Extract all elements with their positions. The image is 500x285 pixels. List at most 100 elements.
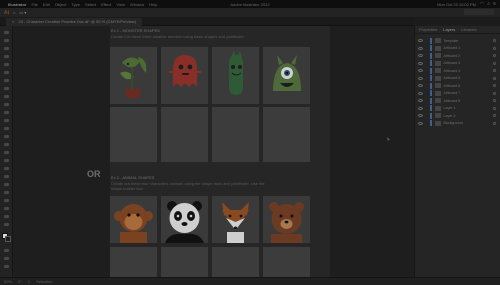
tab-libraries[interactable]: Libraries [461, 27, 476, 32]
lock-toggle-icon[interactable] [425, 99, 428, 102]
type-tool-icon[interactable] [3, 78, 10, 83]
visibility-eye-icon[interactable] [418, 99, 423, 102]
empty-practice-cell[interactable] [263, 107, 310, 162]
menu-select[interactable]: Select [85, 2, 96, 7]
scale-tool-icon[interactable] [3, 134, 10, 139]
visibility-eye-icon[interactable] [418, 121, 423, 125]
layer-row[interactable]: Background [415, 120, 500, 127]
wifi-icon[interactable]: ◠ [480, 1, 484, 7]
width-tool-icon[interactable] [3, 142, 10, 147]
layer-row[interactable]: Artboard 3 [415, 60, 500, 67]
home-icon[interactable]: ⌂ [13, 10, 15, 15]
menu-window[interactable]: Window [130, 2, 144, 7]
lock-toggle-icon[interactable] [425, 92, 428, 95]
visibility-eye-icon[interactable] [418, 54, 423, 57]
shape-builder-tool-icon[interactable] [3, 158, 10, 163]
animal-cell[interactable] [263, 196, 310, 243]
visibility-eye-icon[interactable] [418, 91, 423, 95]
target-circle-icon[interactable] [493, 84, 496, 87]
pencil-tool-icon[interactable] [3, 110, 10, 115]
layer-row[interactable]: Artboard 7 [415, 90, 500, 97]
blend-tool-icon[interactable] [3, 198, 10, 203]
layer-row[interactable]: Template [415, 37, 500, 44]
visibility-eye-icon[interactable] [418, 106, 423, 110]
target-circle-icon[interactable] [493, 54, 496, 57]
animal-cell[interactable] [110, 196, 157, 243]
close-icon[interactable]: × [12, 19, 14, 24]
spotlight-icon[interactable]: ⌕ [487, 1, 490, 7]
search-input[interactable] [464, 9, 494, 15]
eraser-tool-icon[interactable] [3, 118, 10, 123]
rotate-tool-icon[interactable] [3, 126, 10, 131]
lock-toggle-icon[interactable] [425, 62, 428, 65]
menu-type[interactable]: Type [71, 2, 80, 7]
monster-cell[interactable] [161, 47, 208, 104]
target-circle-icon[interactable] [493, 69, 496, 72]
empty-practice-cell[interactable] [212, 107, 259, 162]
control-center-icon[interactable]: ≡ [493, 1, 496, 7]
rectangle-tool-icon[interactable] [3, 94, 10, 99]
mesh-tool-icon[interactable] [3, 174, 10, 179]
lasso-tool-icon[interactable] [3, 54, 10, 59]
lock-toggle-icon[interactable] [425, 54, 428, 57]
drawing-modes-icon[interactable] [3, 248, 10, 253]
magic-wand-tool-icon[interactable] [3, 46, 10, 51]
target-circle-icon[interactable] [493, 114, 496, 117]
layer-row[interactable]: Artboard 5 [415, 75, 500, 82]
layer-row[interactable]: Layer 1 [415, 105, 500, 112]
monster-cell[interactable] [110, 47, 157, 104]
free-transform-tool-icon[interactable] [3, 150, 10, 155]
arrange-documents-icon[interactable]: ▭ ▾ [19, 10, 26, 15]
target-circle-icon[interactable] [493, 61, 496, 65]
visibility-eye-icon[interactable] [418, 76, 423, 80]
gradient-tool-icon[interactable] [3, 182, 10, 187]
target-circle-icon[interactable] [493, 46, 496, 50]
stroke-color-swatch[interactable] [5, 236, 11, 242]
target-circle-icon[interactable] [493, 121, 496, 125]
lock-toggle-icon[interactable] [425, 47, 428, 50]
layer-row[interactable]: Artboard 1 [415, 45, 500, 52]
lock-toggle-icon[interactable] [425, 69, 428, 72]
menu-file[interactable]: File [31, 2, 37, 7]
rotation-value[interactable]: 0° [18, 279, 22, 284]
selection-tool-icon[interactable] [3, 30, 10, 35]
animal-cell[interactable] [161, 196, 208, 243]
layer-row[interactable]: Artboard 6 [415, 82, 500, 89]
zoom-level[interactable]: 50% [4, 279, 12, 284]
lock-toggle-icon[interactable] [425, 84, 428, 87]
monster-cell[interactable] [212, 47, 259, 104]
menu-illustrator[interactable]: Illustrator [8, 2, 26, 7]
animal-cell[interactable] [212, 196, 259, 243]
lock-toggle-icon[interactable] [425, 39, 428, 42]
layer-row[interactable]: Artboard 8 [415, 97, 500, 104]
target-circle-icon[interactable] [493, 106, 496, 110]
hand-tool-icon[interactable] [3, 222, 10, 227]
menu-view[interactable]: View [116, 2, 125, 7]
target-circle-icon[interactable] [493, 76, 496, 80]
line-tool-icon[interactable] [3, 86, 10, 91]
empty-practice-cell[interactable] [212, 247, 259, 277]
menu-edit[interactable]: Edit [43, 2, 50, 7]
artboard-number[interactable]: 1 [28, 279, 30, 284]
tab-properties[interactable]: Properties [419, 27, 437, 32]
target-circle-icon[interactable] [493, 99, 496, 102]
visibility-eye-icon[interactable] [418, 114, 423, 117]
screen-mode-icon[interactable] [3, 256, 10, 261]
layer-row[interactable]: Layer 2 [415, 112, 500, 119]
empty-practice-cell[interactable] [161, 247, 208, 277]
direct-selection-tool-icon[interactable] [3, 38, 10, 43]
paintbrush-tool-icon[interactable] [3, 102, 10, 107]
menu-object[interactable]: Object [55, 2, 67, 7]
empty-practice-cell[interactable] [110, 107, 157, 162]
visibility-eye-icon[interactable] [418, 61, 423, 65]
artboard-tool-icon[interactable] [3, 214, 10, 219]
target-circle-icon[interactable] [493, 39, 496, 42]
lock-toggle-icon[interactable] [425, 122, 428, 125]
eyedropper-tool-icon[interactable] [3, 190, 10, 195]
empty-practice-cell[interactable] [110, 247, 157, 277]
empty-practice-cell[interactable] [263, 247, 310, 277]
tab-layers[interactable]: Layers [443, 27, 455, 32]
menu-help[interactable]: Help [149, 2, 157, 7]
visibility-eye-icon[interactable] [418, 46, 423, 50]
menu-effect[interactable]: Effect [101, 2, 111, 7]
